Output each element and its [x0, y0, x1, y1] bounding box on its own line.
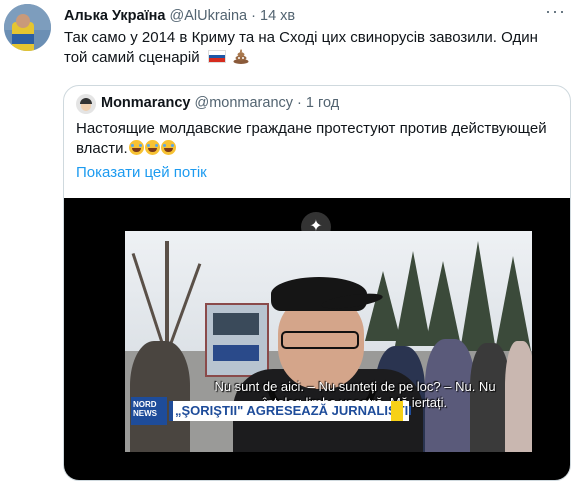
author-name[interactable]: Алька Україна — [64, 8, 166, 24]
quoted-avatar[interactable] — [76, 94, 96, 114]
quoted-avatar-face — [81, 104, 91, 111]
headline-flag-stripe — [391, 401, 403, 421]
quoted-tweet[interactable]: Monmarancy @monmarancy · 1 год Настоящие… — [63, 85, 571, 481]
tweet-text: Так само у 2014 в Криму та на Сході цих … — [64, 28, 564, 68]
avatar-flag-stripe — [12, 34, 34, 44]
quoted-text: Настоящие молдавские граждане протестуют… — [76, 119, 556, 159]
news-logo: NORD NEWS — [131, 397, 167, 425]
pine-tree — [495, 256, 531, 351]
tweet-header: Алька Україна @AlUkraina · 14 хв — [64, 8, 295, 24]
separator-dot: · — [251, 8, 256, 24]
quoted-header: Monmarancy @monmarancy · 1 год — [101, 95, 339, 111]
avatar-head — [16, 14, 30, 28]
tweet-body: Так само у 2014 в Криму та на Сході цих … — [64, 29, 538, 66]
author-handle[interactable]: @AlUkraina — [170, 8, 248, 24]
tweet-time[interactable]: 14 хв — [260, 8, 295, 24]
pine-tree — [425, 261, 461, 346]
author-avatar[interactable] — [4, 4, 51, 51]
pine-tree — [460, 241, 496, 351]
video-player[interactable]: ✦ Nu sunt de aici. – Nu sunteți de pe lo… — [64, 198, 570, 480]
pile-of-poo-icon — [233, 49, 249, 64]
quoted-author-handle[interactable]: @monmarancy — [194, 95, 293, 111]
video-headline: „ŞORIŞTII" AGRESEAZĂ JURNALIŞTII — [175, 403, 412, 418]
laughing-tears-icon — [144, 140, 160, 155]
quoted-author-name[interactable]: Monmarancy — [101, 95, 190, 111]
show-thread-link[interactable]: Показати цей потік — [76, 164, 207, 181]
laughing-tears-icon — [160, 140, 176, 155]
more-options-icon[interactable]: ··· — [545, 2, 569, 20]
laughing-tears-icon — [128, 140, 144, 155]
interviewee — [233, 259, 423, 452]
quoted-time[interactable]: 1 год — [306, 95, 339, 111]
video-frame: Nu sunt de aici. – Nu sunteți de pe loc?… — [125, 231, 532, 452]
bystander — [505, 341, 532, 452]
quoted-separator-dot: · — [297, 95, 302, 111]
flag-russia-icon — [207, 50, 226, 63]
interviewee-glasses — [281, 331, 359, 349]
